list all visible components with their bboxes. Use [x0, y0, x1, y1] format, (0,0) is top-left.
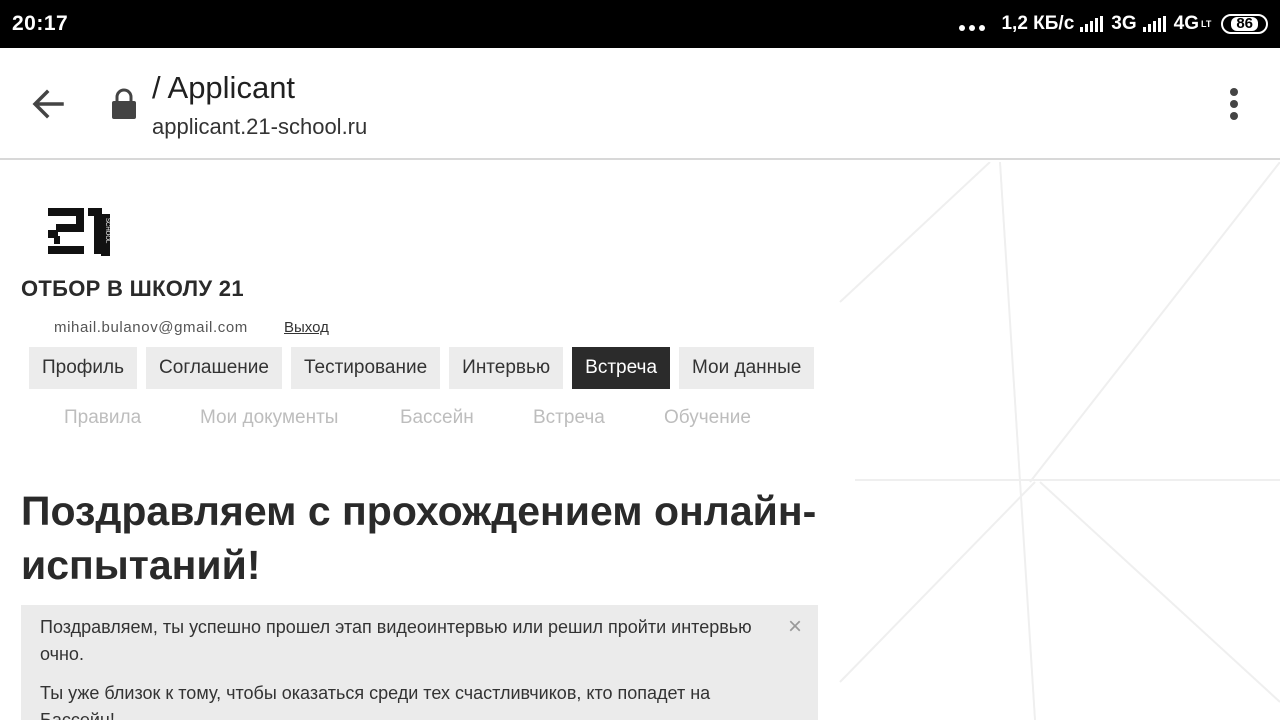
subnav-rules[interactable]: Правила	[64, 407, 141, 429]
browser-toolbar: / Applicant applicant.21-school.ru	[0, 48, 1280, 160]
info-alert: Поздравляем, ты успешно прошел этап виде…	[21, 605, 818, 720]
tab-my-data[interactable]: Мои данные	[679, 347, 815, 389]
battery-level: 86	[1231, 16, 1258, 31]
alert-text-2: Ты уже близок к тому, чтобы оказаться ср…	[40, 683, 711, 720]
tab-profile[interactable]: Профиль	[29, 347, 138, 389]
tab-agreement[interactable]: Соглашение	[146, 347, 282, 389]
battery-icon: 86	[1221, 14, 1268, 34]
subnav-pool[interactable]: Бассейн	[400, 407, 474, 429]
tab-meeting[interactable]: Встреча	[572, 347, 671, 389]
alert-text-1: Поздравляем, ты успешно прошел этап виде…	[40, 617, 752, 664]
user-email: mihail.bulanov@gmail.com	[54, 319, 248, 336]
network-type-3g: 3G	[1111, 13, 1137, 34]
url-host[interactable]: applicant.21-school.ru	[152, 114, 367, 140]
site-title: ОТБОР В ШКОЛУ 21	[21, 276, 244, 301]
sub-navigation: Правила Мои документы Бассейн Встреча Об…	[0, 407, 820, 429]
main-tabs: Профиль Соглашение Тестирование Интервью…	[29, 347, 815, 389]
status-bar: 20:17 1,2 КБ/с 3G 4G LT 86	[0, 0, 1280, 48]
logo-school-text: SCHOOL	[104, 218, 110, 244]
school21-logo[interactable]: SCHOOL	[46, 206, 112, 256]
tab-testing[interactable]: Тестирование	[290, 347, 441, 389]
subnav-education[interactable]: Обучение	[664, 407, 751, 429]
network-speed: 1,2 КБ/с	[1001, 13, 1075, 34]
web-page: SCHOOL ОТБОР В ШКОЛУ 21 mihail.bulanov@g…	[0, 162, 1280, 720]
signal-strength-icon	[1142, 16, 1166, 32]
subnav-meeting[interactable]: Встреча	[533, 407, 605, 429]
page-heading: Поздравляем с прохождением онлайн-испыта…	[21, 488, 817, 588]
subnav-my-documents[interactable]: Мои документы	[200, 407, 338, 429]
signal-strength-icon	[1080, 16, 1104, 32]
status-indicators: 1,2 КБ/с 3G 4G LT 86	[959, 13, 1268, 35]
more-notifications-icon	[959, 25, 986, 31]
status-time: 20:17	[12, 12, 69, 35]
network-lte-label: LT	[1200, 19, 1212, 29]
close-icon[interactable]: ×	[788, 613, 802, 641]
network-type-4g: 4G	[1173, 13, 1199, 34]
page-title[interactable]: / Applicant	[152, 70, 295, 106]
lock-icon	[112, 88, 136, 119]
tab-interview[interactable]: Интервью	[449, 347, 564, 389]
logout-link[interactable]: Выход	[284, 319, 329, 336]
back-arrow-icon[interactable]	[28, 84, 68, 124]
overflow-menu-icon[interactable]	[1222, 84, 1246, 124]
